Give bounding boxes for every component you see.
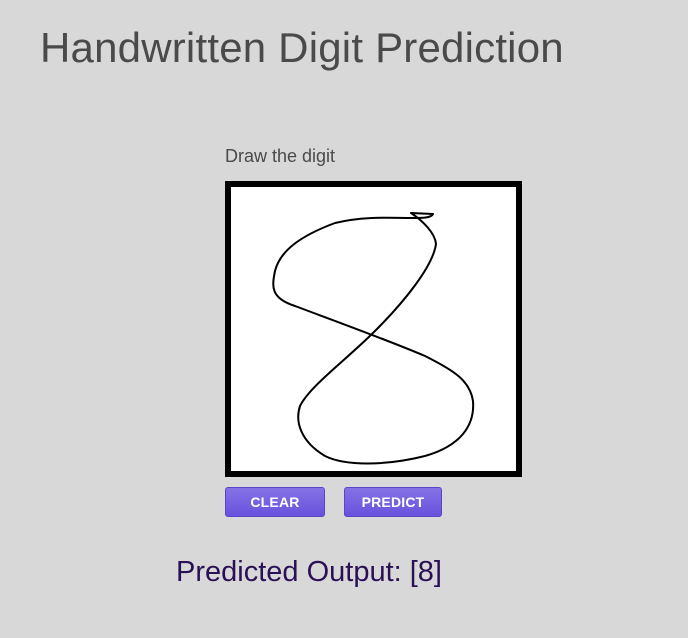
canvas-label: Draw the digit xyxy=(225,146,336,166)
handwritten-stroke xyxy=(272,212,475,465)
drawing-canvas[interactable] xyxy=(225,181,522,477)
page-title: Handwritten Digit Prediction xyxy=(40,24,564,71)
predicted-output: Predicted Output: [8] xyxy=(176,556,442,588)
predict-button[interactable]: PREDICT xyxy=(344,487,442,517)
clear-button[interactable]: CLEAR xyxy=(225,487,325,517)
